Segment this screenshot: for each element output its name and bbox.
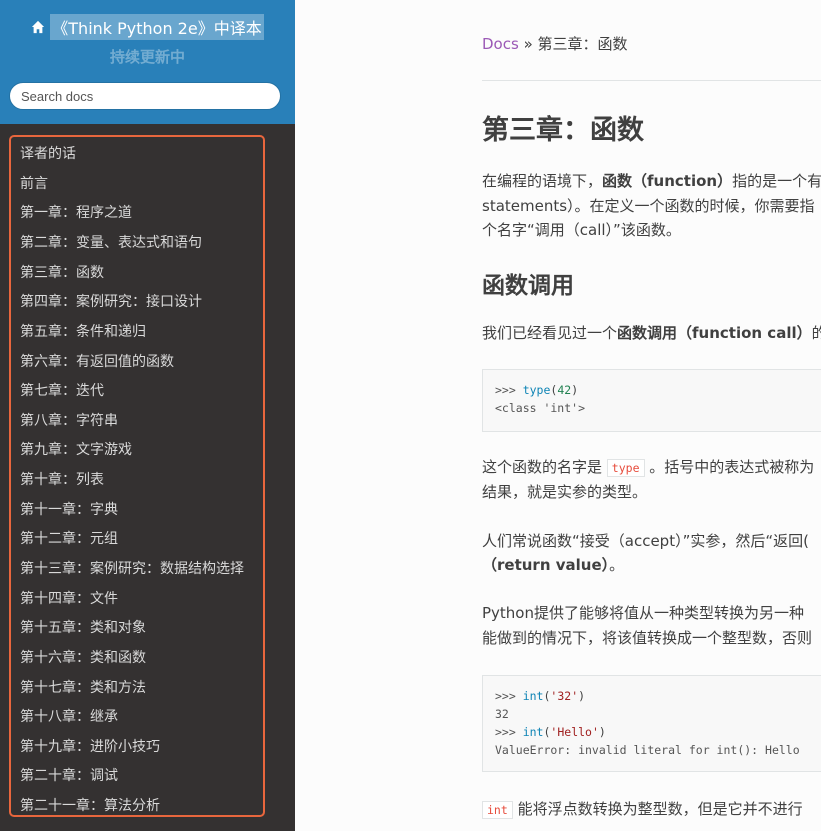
term-return-value: （return value） [482,556,610,574]
code-prompt: >>> [495,383,523,397]
toc-item-ch10[interactable]: 第十章：列表 [20,469,104,489]
paragraph-4-line-2: （return value）。 [482,553,624,577]
text: 。括号中的表达式被称为 [649,458,815,476]
toc-item-ch4[interactable]: 第四章：案例研究：接口设计 [20,291,202,311]
inline-code: int [482,801,513,819]
code-string: '32' [550,689,579,703]
paragraph-5-line-2: 能做到的情况下，将该值转换成一个整型数，否则 [482,629,813,647]
code-func: int [522,725,544,739]
toc-item-ch1[interactable]: 第一章：程序之道 [20,202,132,222]
paragraph-3-line-2: 结果，就是实参的类型。 [482,483,648,501]
toc-item-ch18[interactable]: 第十八章：继承 [20,706,118,726]
code-func: type [522,383,551,397]
toc-item-ch15[interactable]: 第十五章：类和对象 [20,617,146,637]
code-block-1: >>> type(42) <class 'int'> [482,369,821,432]
paragraph-2: 我们已经看见过一个函数调用（function call）的 [482,321,821,345]
sidebar-header: 《Think Python 2e》中译本 持续更新中 [0,0,295,124]
term-function: 函数（function） [602,172,733,190]
code-number: 42 [557,383,572,397]
version-subtitle: 持续更新中 [109,48,185,66]
toc-item-ch12[interactable]: 第十二章：元组 [20,528,118,548]
code-prompt: >>> [495,725,523,739]
toc-item-ch13[interactable]: 第十三章：案例研究：数据结构选择 [20,558,244,578]
code-paren: ) [571,383,579,397]
text: 的 [811,324,821,342]
text: 。 [609,556,625,574]
toc-item-ch5[interactable]: 第五章：条件和递归 [20,321,146,341]
paragraph-6: int 能将浮点数转换为整型数，但是它并不进行 [482,797,803,821]
term-function-call: 函数调用（function call） [617,324,812,342]
text: 能将浮点数转换为整型数，但是它并不进行 [517,800,803,818]
toc-item-ch7[interactable]: 第七章：迭代 [20,380,104,400]
paragraph-4-line-1: 人们常说函数“接受（accept）”实参，然后“返回( [482,532,809,550]
toc-item-ch21[interactable]: 第二十一章：算法分析 [20,795,160,815]
toc-item-ch3[interactable]: 第三章：函数 [20,262,104,282]
breadcrumb-separator: » [523,35,533,53]
section-heading: 函数调用 [482,273,574,299]
code-func: int [522,689,544,703]
toc-item-ch11[interactable]: 第十一章：字典 [20,499,118,519]
paragraph-3-line-1: 这个函数的名字是 type 。括号中的表达式被称为 [482,455,814,479]
code-string: 'Hello' [550,725,599,739]
toc-item-translator-note[interactable]: 译者的话 [20,143,76,163]
text: 这个函数的名字是 [482,458,603,476]
code-output: <class 'int'> [495,401,586,415]
paragraph-1-line-1: 在编程的语境下，函数（function）指的是一个有 [482,169,821,193]
project-home-link[interactable]: 《Think Python 2e》中译本 [31,14,264,40]
code-prompt: >>> [495,689,523,703]
text: 指的是一个有 [732,172,821,190]
toc-item-preface[interactable]: 前言 [20,173,48,193]
toc-highlight-box: 译者的话 前言 第一章：程序之道 第二章：变量、表达式和语句 第三章：函数 第四… [9,135,265,817]
toc-item-ch16[interactable]: 第十六章：类和函数 [20,647,146,667]
toc-item-ch19[interactable]: 第十九章：进阶小技巧 [20,736,160,756]
toc-item-ch8[interactable]: 第八章：字符串 [20,410,118,430]
breadcrumb-docs-link[interactable]: Docs [482,35,519,53]
breadcrumb-current: 第三章：函数 [537,35,628,53]
toc-item-ch9[interactable]: 第九章：文字游戏 [20,439,132,459]
paragraph-5-line-1: Python提供了能够将值从一种类型转换为另一种 [482,604,804,622]
code-block-2: >>> int('32') 32 >>> int('Hello') ValueE… [482,675,821,772]
toc-item-ch2[interactable]: 第二章：变量、表达式和语句 [20,232,202,252]
page-title: 第三章：函数 [482,115,644,146]
code-output: 32 [495,707,509,721]
breadcrumb: Docs » 第三章：函数 [482,33,628,54]
text: 在编程的语境下， [482,172,603,190]
divider [482,80,821,81]
paragraph-1-line-2: statements）。在定义一个函数的时候，你需要指 [482,197,815,215]
toc-item-ch17[interactable]: 第十七章：类和方法 [20,677,146,697]
inline-code: type [606,459,645,477]
project-title: 《Think Python 2e》中译本 [50,14,264,40]
text: 我们已经看见过一个 [482,324,618,342]
search-input[interactable] [9,82,281,110]
main-content: Docs » 第三章：函数 第三章：函数 在编程的语境下，函数（function… [295,0,821,831]
paragraph-1-line-3: 个名字“调用（call）”该函数。 [482,221,681,239]
sidebar: 《Think Python 2e》中译本 持续更新中 译者的话 前言 第一章：程… [0,0,295,831]
toc-item-ch20[interactable]: 第二十章：调试 [20,765,118,785]
toc-item-ch6[interactable]: 第六章：有返回值的函数 [20,351,174,371]
code-error-output: ValueError: invalid literal for int(): H… [495,743,800,757]
home-icon [32,20,45,34]
toc-item-ch14[interactable]: 第十四章：文件 [20,588,118,608]
